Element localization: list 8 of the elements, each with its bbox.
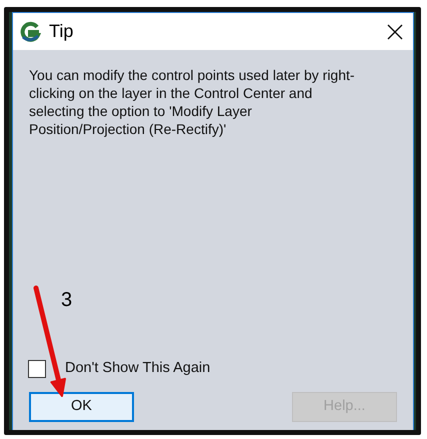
tip-message: You can modify the control points used later by right-clicking on the layer in the Control Center and selecting the option to 'Modify Layer Position/Projection (Re-Rectify)' (28, 66, 356, 138)
close-icon[interactable] (387, 24, 403, 40)
window-title: Tip (49, 20, 74, 43)
checkbox[interactable] (28, 360, 46, 378)
app-logo-icon (19, 20, 41, 42)
checkbox-label[interactable]: Don't Show This Again (65, 358, 210, 380)
ok-button[interactable]: OK (29, 392, 134, 422)
step-number: 3 (61, 288, 72, 313)
